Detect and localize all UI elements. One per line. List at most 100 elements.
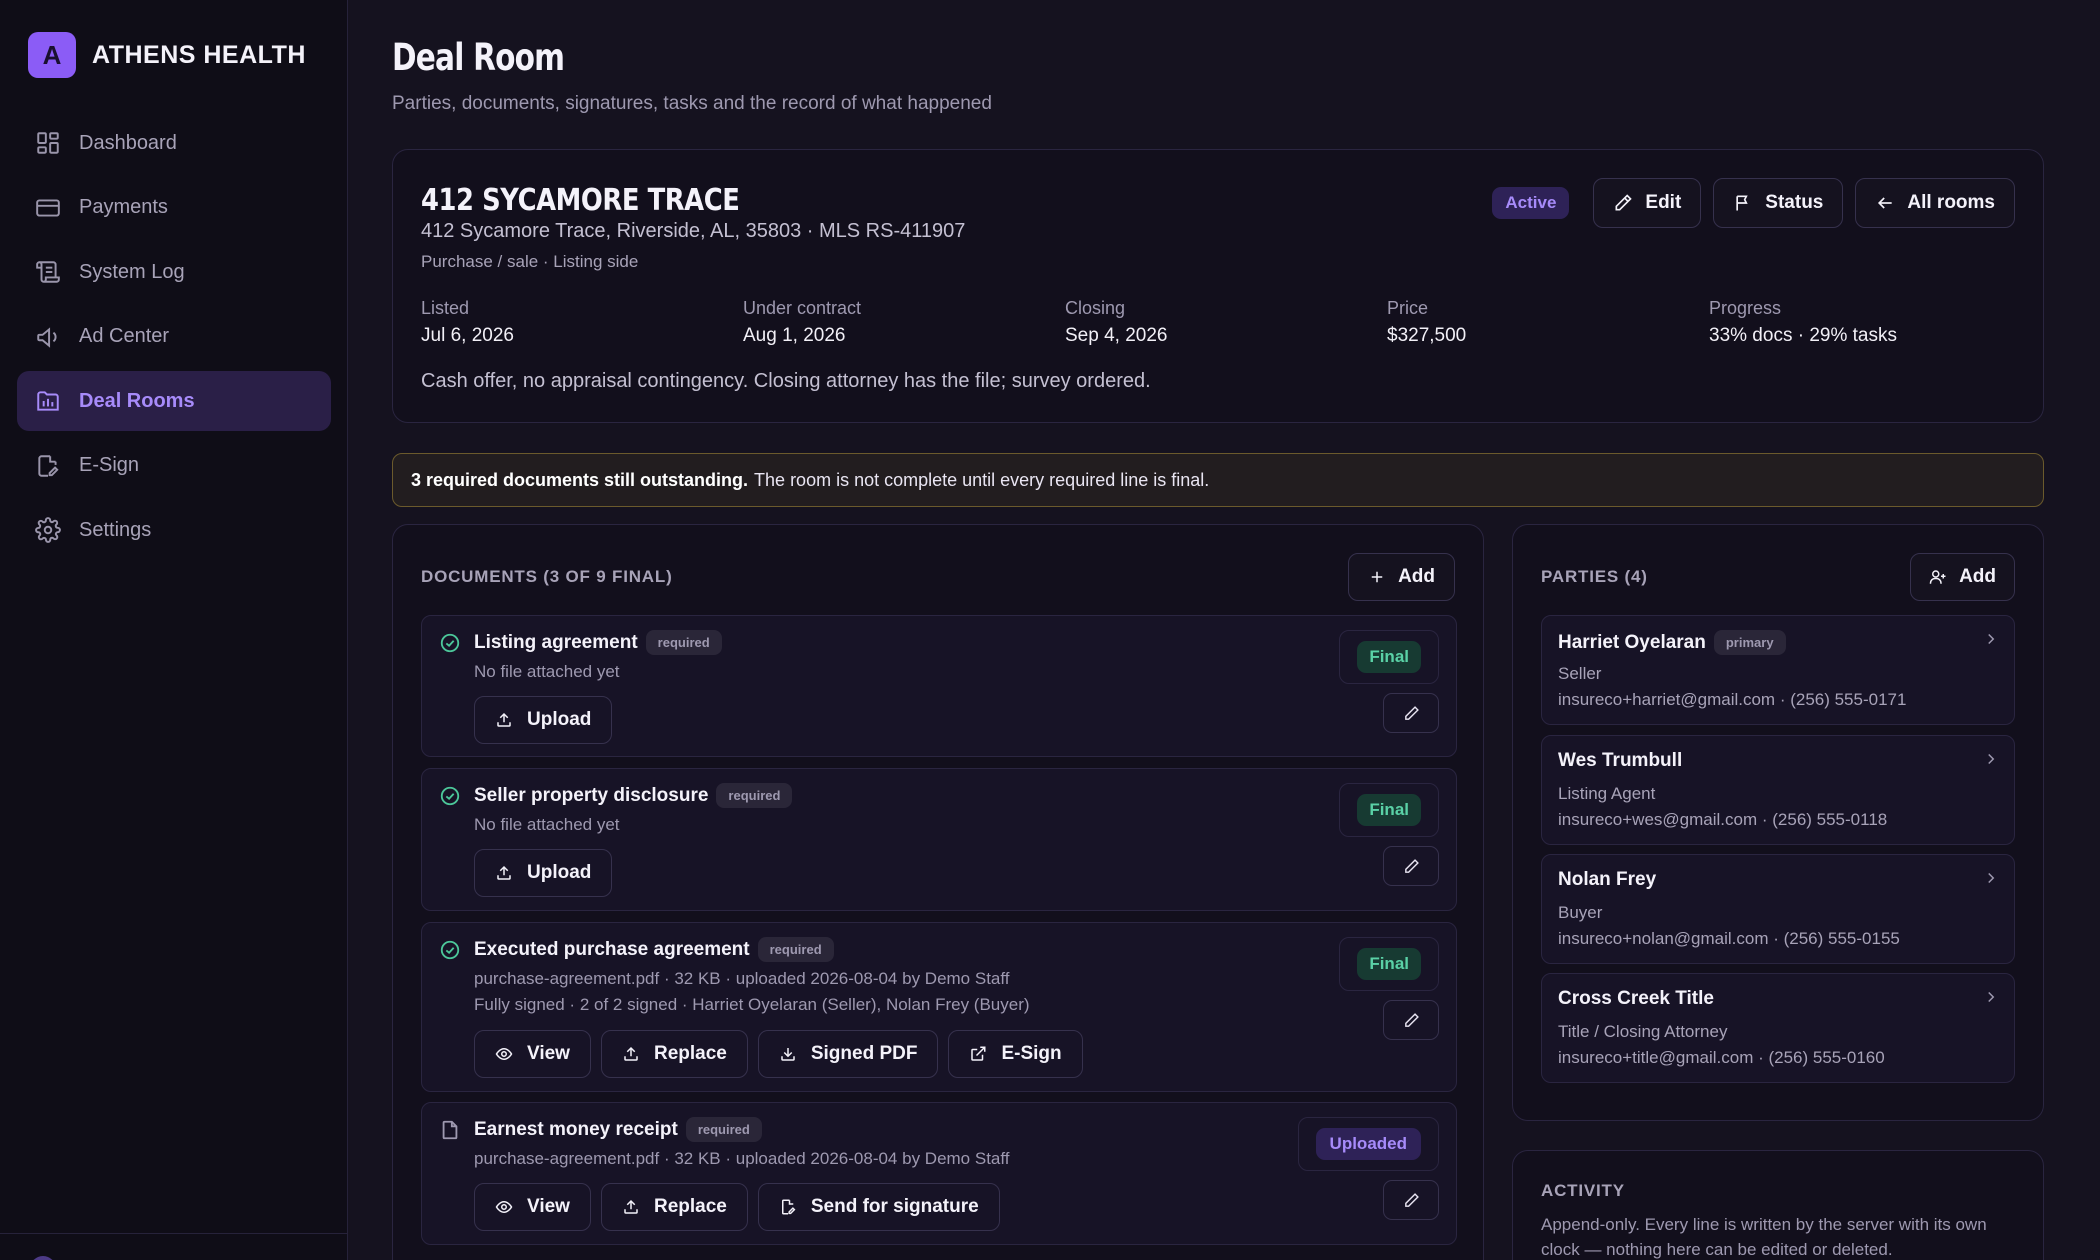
stat-label: Listed (421, 298, 470, 318)
edit-document-button[interactable] (1383, 846, 1439, 886)
edit-document-button[interactable] (1383, 693, 1439, 733)
replace-button[interactable]: Replace (600, 1183, 748, 1231)
document-file-meta: purchase-agreement.pdf · 32 KB · uploade… (474, 969, 1010, 988)
view-label: View (527, 1043, 570, 1064)
replace-label: Replace (653, 1043, 727, 1064)
property-type: Purchase / sale · Listing side (421, 252, 639, 271)
send-for-signature-button[interactable]: Send for signature (757, 1183, 1000, 1231)
view-label: View (527, 1196, 570, 1217)
dashboard-icon (37, 132, 59, 154)
credit-card-icon (36, 198, 60, 217)
required-badge: required (716, 783, 793, 808)
brand-name: ATHENS HEALTH (92, 40, 306, 69)
document-actions: View Replace Signed PDF E-Sign (474, 1030, 1093, 1078)
view-button[interactable]: View (474, 1183, 591, 1231)
property-note: Cash offer, no appraisal contingency. Cl… (421, 370, 1151, 392)
status-badge: Final (1357, 948, 1421, 980)
party-contact: insureco+title@gmail.com · (256) 555-016… (1558, 1048, 1885, 1067)
external-link-icon (971, 1046, 986, 1061)
all-rooms-button[interactable]: All rooms (1855, 178, 2015, 228)
upload-icon (624, 1199, 638, 1214)
e-sign-button[interactable]: E-Sign (948, 1030, 1083, 1078)
party-card[interactable]: Wes Trumbull Listing Agent insureco+wes@… (1541, 735, 2015, 845)
status-badge: Final (1357, 794, 1421, 826)
user-plus-icon (1929, 570, 1946, 584)
required-badge: required (645, 630, 722, 655)
sidebar-item-system-log[interactable]: System Log (17, 242, 331, 302)
party-role: Buyer (1558, 903, 1603, 922)
add-document-button[interactable]: Add (1348, 553, 1455, 601)
status-button[interactable]: Status (1713, 178, 1844, 228)
avatar[interactable] (30, 1256, 56, 1260)
document-signature-meta: Fully signed · 2 of 2 signed · Harriet O… (474, 995, 1030, 1014)
pencil-icon (1404, 1192, 1419, 1207)
upload-button[interactable]: Upload (474, 696, 613, 744)
chevron-right-icon (1988, 872, 1995, 884)
e-sign-label: E-Sign (1001, 1043, 1062, 1064)
sidebar-item-dashboard[interactable]: Dashboard (17, 113, 331, 173)
document-title: Seller property disclosure required (474, 783, 793, 808)
party-name-row: Nolan Frey (1558, 869, 1656, 891)
document-row: Seller property disclosure required No f… (421, 768, 1457, 911)
party-role: Listing Agent (1558, 784, 1656, 803)
party-name-row: Wes Trumbull (1558, 750, 1682, 772)
brand-logo: A (28, 32, 76, 78)
brand[interactable]: A ATHENS HEALTH (28, 32, 306, 78)
sidebar-item-settings[interactable]: Settings (17, 500, 331, 560)
pencil-icon (1404, 858, 1419, 873)
sidebar-item-label: E-Sign (79, 454, 140, 476)
document-actions: View Replace Send for signature (474, 1183, 1010, 1231)
pencil-icon (1404, 705, 1419, 720)
document-name: Listing agreement (474, 631, 638, 653)
document-row: Listing agreement required No file attac… (421, 615, 1457, 757)
sidebar-item-e-sign[interactable]: E-Sign (17, 436, 331, 496)
required-badge: required (685, 1117, 762, 1142)
document-name: Earnest money receipt (474, 1118, 678, 1140)
documents-heading: DOCUMENTS (3 OF 9 FINAL) (421, 567, 673, 586)
chevron-right-icon (1988, 991, 1995, 1003)
sidebar-item-label: Ad Center (79, 325, 170, 347)
stat-price: Price $327,500 (1387, 298, 1466, 347)
party-card[interactable]: Harriet Oyelaran primary Seller insureco… (1541, 615, 2015, 725)
scroll-icon (36, 261, 60, 283)
file-signature-icon (38, 454, 59, 477)
property-actions: Active Edit Status All rooms (1492, 178, 2015, 228)
replace-button[interactable]: Replace (600, 1030, 748, 1078)
stat-label: Price (1387, 298, 1429, 318)
edit-button[interactable]: Edit (1593, 178, 1702, 228)
status-badge: Uploaded (1315, 1128, 1421, 1160)
edit-document-button[interactable] (1383, 1180, 1439, 1220)
upload-label: Upload (527, 862, 592, 883)
alert-strong: 3 required documents still outstanding. (411, 469, 749, 490)
sidebar-item-payments[interactable]: Payments (17, 178, 331, 238)
sidebar-item-ad-center[interactable]: Ad Center (17, 307, 331, 367)
check-circle-icon (440, 633, 460, 653)
view-button[interactable]: View (474, 1030, 591, 1078)
status-badge-wrap: Final (1339, 783, 1439, 837)
document-title: Executed purchase agreement required (474, 937, 834, 962)
edit-label: Edit (1645, 192, 1682, 213)
sidebar-item-label: Payments (79, 196, 168, 218)
edit-document-button[interactable] (1383, 1000, 1439, 1040)
primary-badge: primary (1713, 630, 1786, 655)
status-badge-wrap: Final (1339, 630, 1439, 684)
stat-label: Under contract (743, 298, 862, 318)
party-card[interactable]: Nolan Frey Buyer insureco+nolan@gmail.co… (1541, 854, 2015, 964)
add-party-button[interactable]: Add (1910, 553, 2015, 601)
stat-closing: Closing Sep 4, 2026 (1065, 298, 1167, 347)
sidebar-item-label: Dashboard (79, 131, 177, 154)
party-card[interactable]: Cross Creek Title Title / Closing Attorn… (1541, 973, 2015, 1083)
parties-card: PARTIES (4) Add Harriet Oyelaran primary… (1512, 524, 2044, 1121)
page-title: Deal Room (392, 36, 565, 79)
signed-pdf-button[interactable]: Signed PDF (757, 1030, 939, 1078)
pencil-icon (1615, 194, 1633, 211)
upload-icon (497, 865, 511, 880)
send-for-signature-label: Send for signature (810, 1196, 979, 1217)
party-name: Harriet Oyelaran (1558, 631, 1706, 653)
sidebar-item-deal-rooms[interactable]: Deal Rooms (17, 371, 331, 431)
upload-button[interactable]: Upload (474, 849, 613, 897)
party-role: Title / Closing Attorney (1558, 1022, 1728, 1041)
party-name-row: Cross Creek Title (1558, 988, 1714, 1010)
gear-icon (35, 517, 61, 543)
document-name: Executed purchase agreement (474, 938, 750, 960)
